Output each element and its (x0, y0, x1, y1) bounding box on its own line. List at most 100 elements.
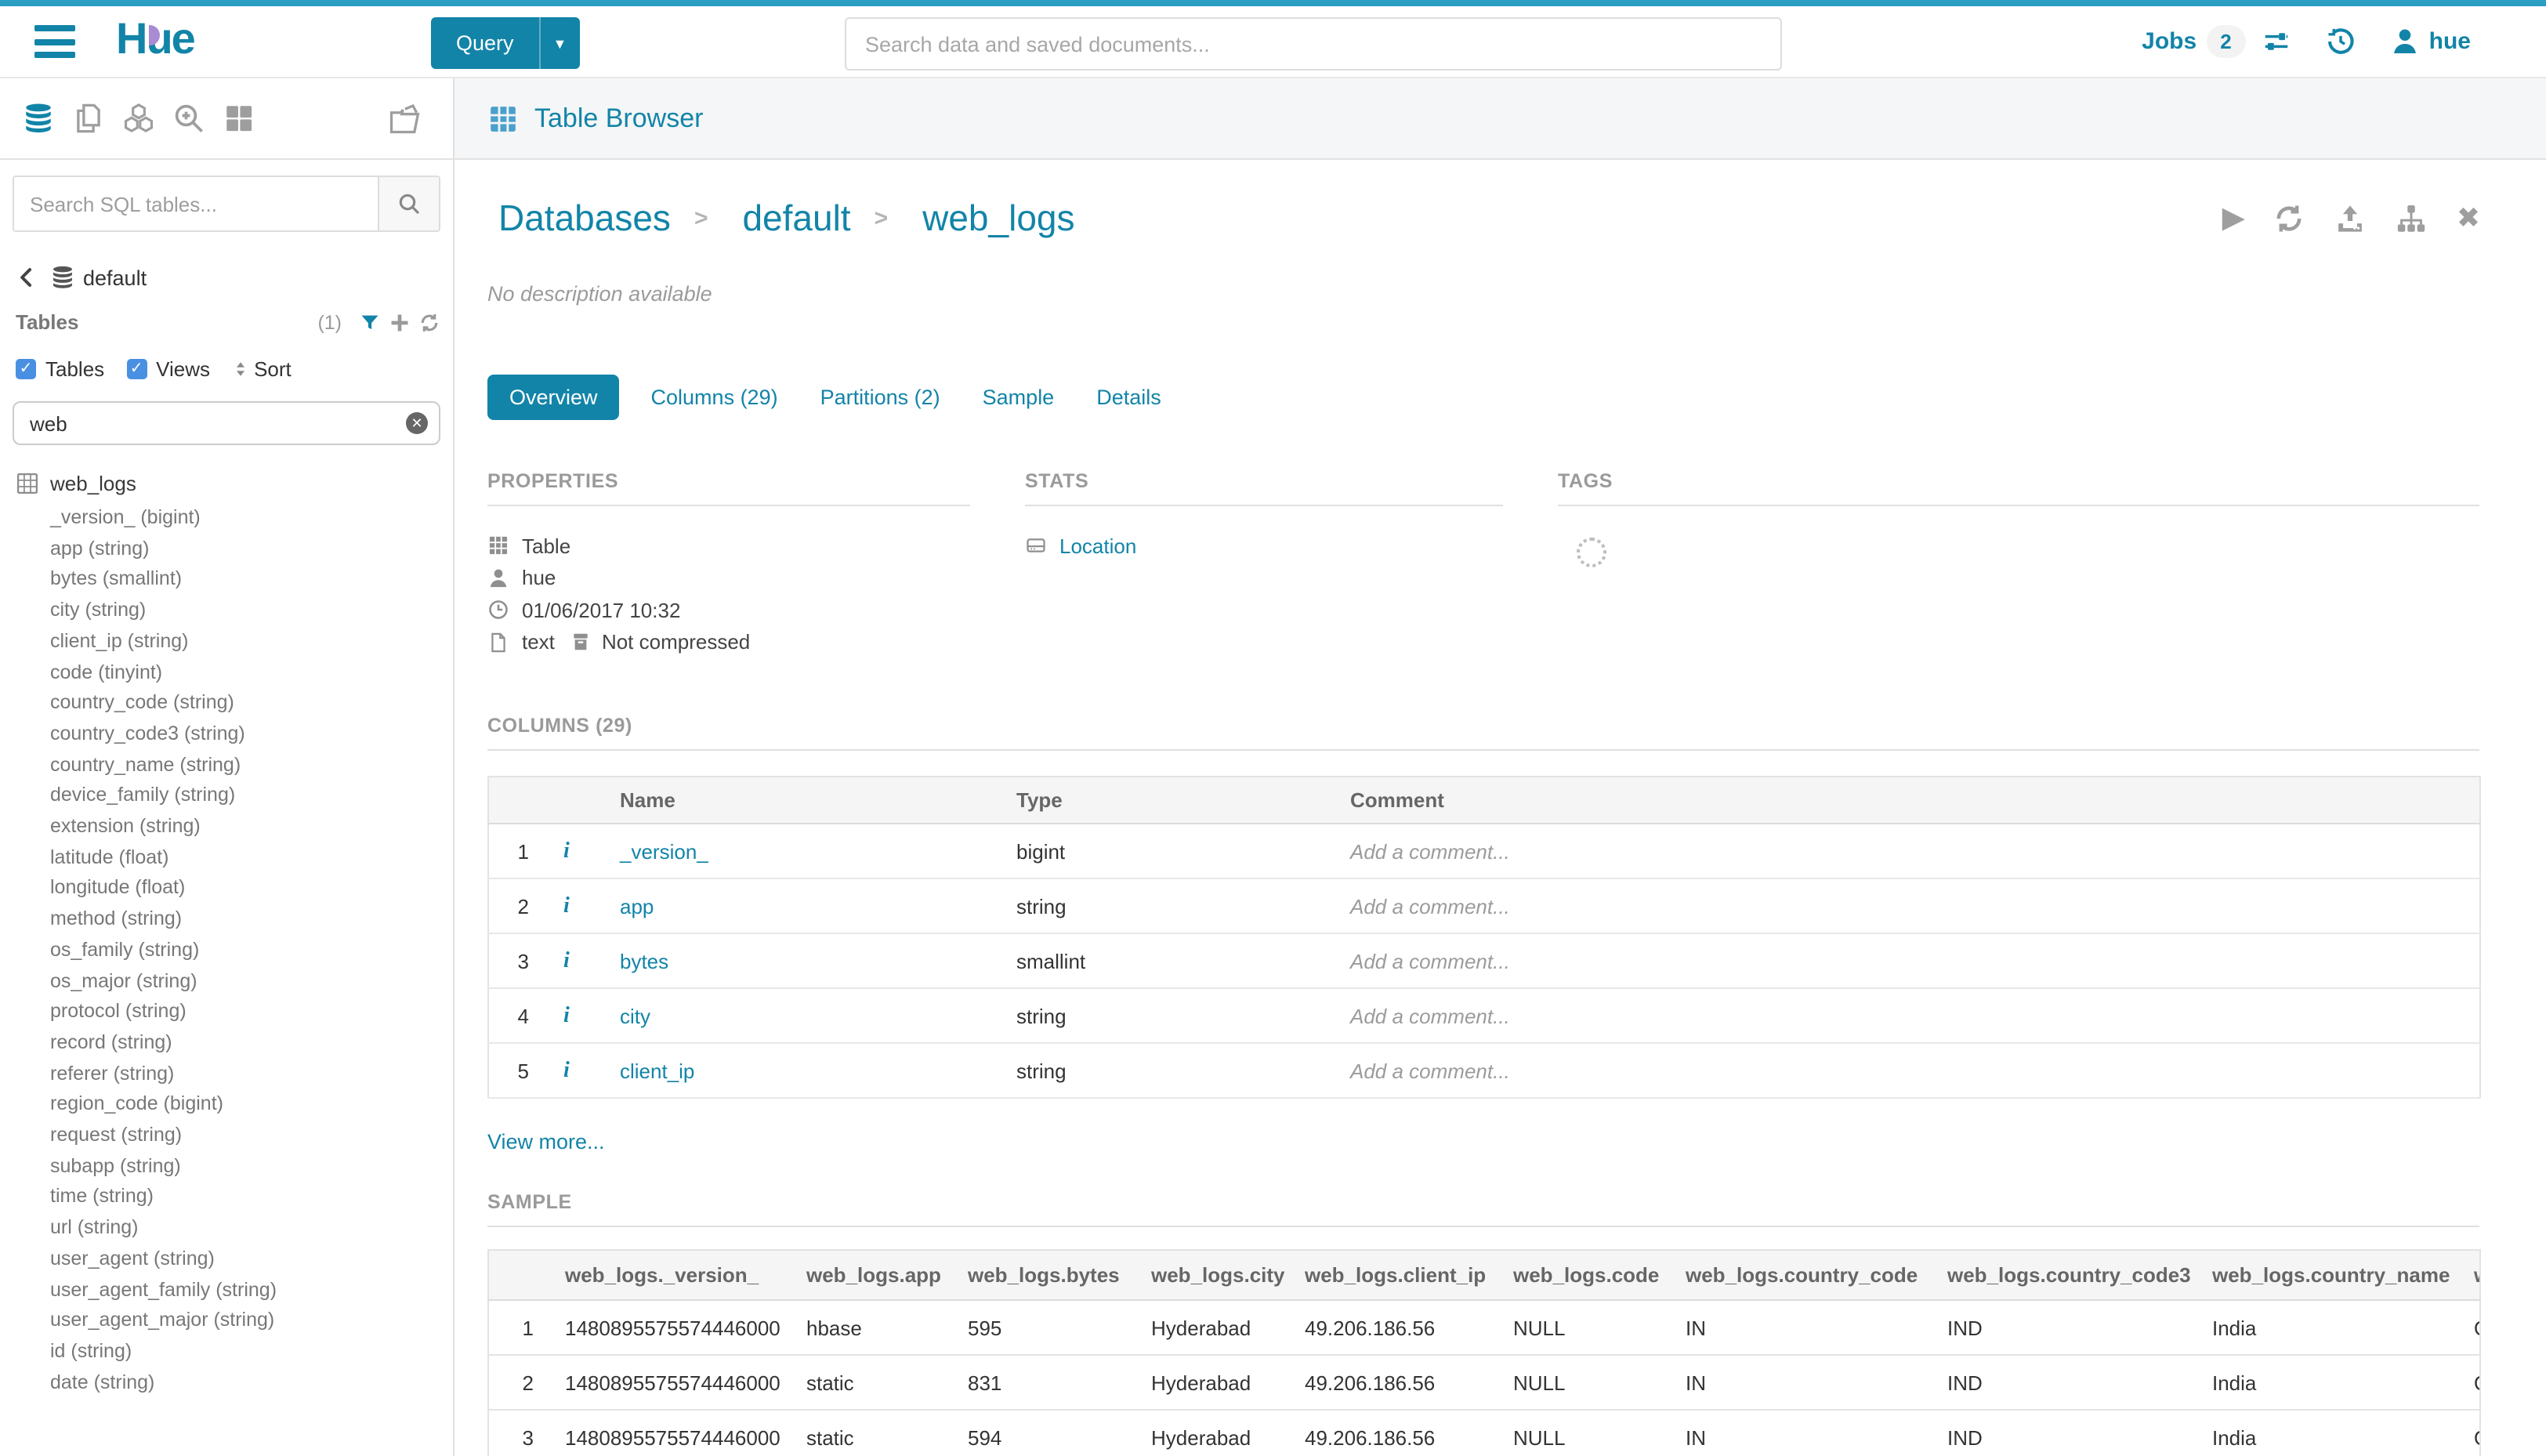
breadcrumb-default[interactable]: default (742, 197, 850, 239)
tab-overview[interactable]: Overview (487, 375, 620, 420)
sql-tables-search-input[interactable] (14, 177, 378, 230)
comment-input[interactable]: Add a comment... (1338, 933, 2480, 988)
sort-control[interactable]: Sort (232, 357, 292, 381)
column-name-link[interactable]: app (607, 878, 1004, 933)
sample-column-header: web_logs.country_code (1676, 1250, 1938, 1300)
list-item[interactable]: extension (string) (13, 812, 440, 842)
properties-section: PROPERTIES Table (487, 470, 970, 658)
user-menu[interactable]: hue (2390, 27, 2471, 56)
list-item[interactable]: date (string) (13, 1367, 440, 1398)
list-item[interactable]: time (string) (13, 1183, 440, 1213)
clear-filter-icon[interactable]: ✕ (406, 412, 428, 434)
hamburger-menu-icon[interactable] (34, 25, 75, 58)
list-item[interactable]: user_agent (string) (13, 1244, 440, 1275)
filter-funnel-icon[interactable] (359, 311, 381, 333)
info-icon[interactable]: i (563, 839, 570, 863)
jobs-count-badge[interactable]: 2 (2206, 25, 2245, 58)
comment-input[interactable]: Add a comment... (1338, 988, 2480, 1043)
row-number: 4 (488, 988, 551, 1043)
sitemap-icon[interactable] (2396, 201, 2428, 234)
list-item[interactable]: latitude (float) (13, 842, 440, 873)
database-name[interactable]: default (83, 266, 147, 289)
info-icon[interactable]: i (563, 1004, 570, 1027)
list-item[interactable]: os_family (string) (13, 936, 440, 966)
list-item[interactable]: method (string) (13, 904, 440, 935)
column-name-link[interactable]: city (607, 988, 1004, 1043)
cell: India (2203, 1410, 2465, 1456)
upload-icon[interactable] (2334, 201, 2367, 234)
column-name-link[interactable]: bytes (607, 933, 1004, 988)
location-link[interactable]: Location (1059, 534, 1136, 558)
breadcrumb-databases[interactable]: Databases (498, 197, 671, 239)
zoom-in-panel-icon[interactable] (172, 102, 205, 135)
list-item[interactable]: record (string) (13, 1028, 440, 1059)
list-item[interactable]: device_family (string) (13, 781, 440, 812)
list-item[interactable]: user_agent_major (string) (13, 1306, 440, 1337)
list-item[interactable]: url (string) (13, 1213, 440, 1244)
sliders-icon[interactable] (2262, 27, 2291, 56)
comment-input[interactable]: Add a comment... (1338, 1043, 2480, 1098)
sidebar-table-web-logs[interactable]: web_logs (16, 472, 440, 495)
tab-details[interactable]: Details (1096, 375, 1161, 420)
apps-grid-panel-icon[interactable] (223, 102, 255, 135)
info-icon[interactable]: i (563, 949, 570, 972)
list-item[interactable]: region_code (bigint) (13, 1090, 440, 1121)
search-icon[interactable] (378, 177, 439, 230)
table-row: 4 i city string Add a comment... (488, 988, 2480, 1043)
close-icon[interactable]: ✖ (2457, 201, 2480, 234)
chevron-left-icon[interactable] (16, 266, 38, 288)
list-item[interactable]: city (string) (13, 596, 440, 626)
table-filter-input[interactable] (13, 401, 440, 445)
list-item[interactable]: subapp (string) (13, 1152, 440, 1183)
query-table-icon[interactable]: ▶ (2222, 201, 2245, 234)
list-item[interactable]: app (string) (13, 534, 440, 564)
list-item[interactable]: user_agent_family (string) (13, 1275, 440, 1306)
list-item[interactable]: longitude (float) (13, 874, 440, 904)
list-item[interactable]: country_code3 (string) (13, 719, 440, 750)
refresh-icon[interactable] (418, 311, 440, 333)
tab-partitions[interactable]: Partitions (2) (820, 375, 940, 420)
global-search-input[interactable] (845, 17, 1782, 71)
list-item[interactable]: os_major (string) (13, 966, 440, 997)
refresh-table-icon[interactable] (2273, 201, 2306, 234)
tab-columns[interactable]: Columns (29) (651, 375, 778, 420)
comment-input[interactable]: Add a comment... (1338, 824, 2480, 878)
query-button[interactable]: Query ▼ (431, 17, 579, 69)
list-item[interactable]: client_ip (string) (13, 627, 440, 657)
tables-checkbox[interactable]: ✓ (16, 359, 36, 379)
column-name-link[interactable]: client_ip (607, 1043, 1004, 1098)
database-panel-icon[interactable] (22, 102, 55, 135)
list-item[interactable]: referer (string) (13, 1059, 440, 1089)
list-item[interactable]: code (tinyint) (13, 657, 440, 688)
jobs-link[interactable]: Jobs (2142, 28, 2197, 55)
database-breadcrumb[interactable]: default (16, 265, 440, 290)
history-icon[interactable] (2326, 27, 2356, 56)
list-item[interactable]: protocol (string) (13, 998, 440, 1028)
column-name-link[interactable]: _version_ (607, 824, 1004, 878)
query-button-label[interactable]: Query (431, 17, 539, 69)
tab-sample[interactable]: Sample (983, 375, 1055, 420)
list-item[interactable]: id (string) (13, 1337, 440, 1367)
top-right-group: Jobs 2 (2142, 6, 2471, 77)
comment-input[interactable]: Add a comment... (1338, 878, 2480, 933)
views-checkbox-label[interactable]: Views (156, 357, 210, 381)
documents-folder-icon[interactable] (387, 101, 422, 136)
list-item[interactable]: _version_ (bigint) (13, 503, 440, 534)
caret-down-icon[interactable]: ▼ (539, 17, 580, 69)
documents-panel-icon[interactable] (72, 102, 105, 135)
table-name[interactable]: web_logs (50, 472, 136, 495)
add-icon[interactable] (389, 311, 411, 333)
hue-logo[interactable]: Hue (116, 14, 194, 64)
list-item[interactable]: country_name (string) (13, 750, 440, 781)
info-icon[interactable]: i (563, 1059, 570, 1082)
view-more-link[interactable]: View more... (487, 1130, 2546, 1154)
list-item[interactable]: country_code (string) (13, 688, 440, 719)
breadcrumb-web-logs[interactable]: web_logs (922, 197, 1074, 239)
table-description[interactable]: No description available (487, 282, 2546, 306)
tables-checkbox-label[interactable]: Tables (45, 357, 104, 381)
cubes-panel-icon[interactable] (122, 102, 155, 135)
list-item[interactable]: request (string) (13, 1121, 440, 1151)
views-checkbox[interactable]: ✓ (126, 359, 147, 379)
list-item[interactable]: bytes (smallint) (13, 565, 440, 596)
info-icon[interactable]: i (563, 894, 570, 918)
